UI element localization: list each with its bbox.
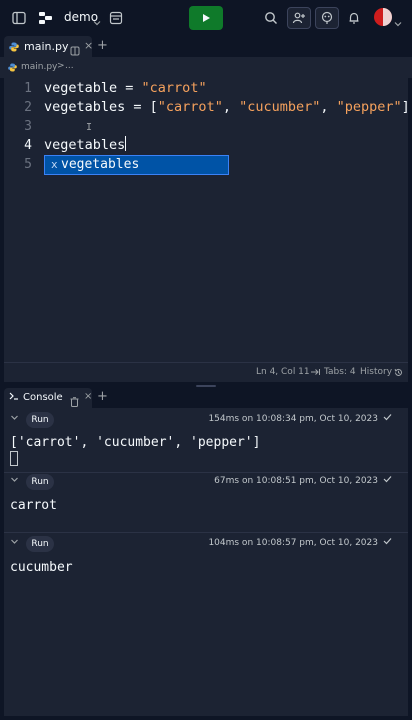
line-number: 1 — [24, 81, 32, 96]
run-badge[interactable]: Run — [26, 474, 54, 490]
history-button[interactable]: History — [360, 367, 392, 377]
python-icon — [8, 63, 17, 72]
close-tab-button[interactable]: × — [84, 39, 93, 52]
run-button[interactable] — [189, 6, 223, 30]
run-timing: 67ms on 10:08:51 pm, Oct 10, 2023 — [214, 476, 378, 486]
python-icon — [9, 42, 19, 52]
bell-icon[interactable] — [344, 8, 364, 28]
top-bar: demo — [0, 0, 412, 36]
add-user-icon — [292, 12, 305, 24]
code-identifier: vegetable = — [44, 80, 142, 96]
text-cursor — [125, 136, 127, 151]
code-punct: , — [320, 99, 337, 115]
chevron-down-icon[interactable] — [10, 413, 19, 425]
run-header: Run 67ms on 10:08:51 pm, Oct 10, 2023 — [4, 472, 408, 492]
cursor-position[interactable]: Ln 4, Col 11 — [256, 367, 310, 377]
run-badge[interactable]: Run — [26, 412, 54, 428]
close-tab-button[interactable]: × — [84, 391, 92, 402]
code-identifier: vegetables — [44, 137, 126, 153]
breadcrumb: main.py > ... — [0, 58, 412, 78]
console-output[interactable]: Run 154ms on 10:08:34 pm, Oct 10, 2023 [… — [4, 408, 408, 716]
replit-logo-icon[interactable] — [36, 8, 56, 28]
check-icon — [383, 413, 392, 424]
run-badge[interactable]: Run — [26, 536, 54, 552]
ai-button[interactable] — [315, 7, 339, 29]
code-string: "carrot" — [141, 80, 207, 96]
code-string: "pepper" — [336, 99, 402, 115]
line-number: 3 — [24, 119, 32, 134]
chevron-down-icon[interactable] — [394, 13, 402, 32]
console-output-text: ['carrot', 'cucumber', 'pepper'] — [10, 435, 261, 450]
console-output-text: cucumber — [10, 560, 73, 575]
ibeam-cursor-icon: I — [86, 122, 93, 133]
drag-handle[interactable] — [196, 385, 216, 387]
tab-main-py[interactable]: main.py × — [4, 36, 93, 58]
console-tab-bar: Console × + — [0, 388, 412, 408]
autocomplete-text: vegetables — [61, 157, 140, 172]
code-string: "carrot" — [157, 99, 223, 115]
code-line-1: vegetable = "carrot" — [44, 79, 207, 98]
code-string: "cucumber" — [239, 99, 321, 115]
chevron-down-icon[interactable] — [93, 12, 101, 31]
tabs-setting[interactable]: Tabs: 4 — [324, 367, 356, 377]
code-identifier: vegetables = [ — [44, 99, 158, 115]
add-tab-button[interactable]: + — [97, 389, 108, 404]
editor-tab-bar: main.py × + — [0, 36, 412, 58]
editor-status-bar: Ln 4, Col 11 Tabs: 4 History — [4, 362, 408, 382]
sidebar-toggle-icon[interactable] — [9, 8, 29, 28]
run-header: Run 104ms on 10:08:57 pm, Oct 10, 2023 — [4, 534, 408, 554]
divider — [4, 532, 408, 533]
indent-icon — [310, 368, 320, 379]
code-line-4: vegetables — [44, 136, 127, 155]
terminal-icon — [9, 391, 19, 404]
console-output-text: carrot — [10, 498, 57, 513]
play-icon — [203, 14, 210, 22]
avatar[interactable] — [374, 8, 392, 26]
breadcrumb-more[interactable]: ... — [65, 61, 74, 71]
invite-button[interactable] — [287, 7, 311, 29]
autocomplete-suggestion[interactable]: x vegetables — [44, 155, 229, 175]
line-number: 5 — [24, 157, 32, 172]
run-timing: 104ms on 10:08:57 pm, Oct 10, 2023 — [208, 538, 378, 548]
tab-label: main.py — [24, 40, 69, 53]
code-punct: , — [222, 99, 240, 115]
line-number-active: 4 — [24, 138, 32, 153]
breadcrumb-file[interactable]: main.py — [21, 62, 57, 72]
chevron-down-icon[interactable] — [10, 537, 19, 549]
ai-icon — [321, 11, 333, 24]
history-icon[interactable] — [394, 368, 403, 380]
breadcrumb-separator: > — [57, 61, 65, 71]
run-timing: 154ms on 10:08:34 pm, Oct 10, 2023 — [208, 414, 378, 424]
code-line-2: vegetables = ["carrot", "cucumber", "pep… — [44, 98, 410, 117]
tab-console[interactable]: Console × — [4, 388, 92, 408]
code-punct: ] — [401, 99, 410, 115]
chevron-down-icon[interactable] — [10, 475, 19, 487]
run-header: Run 154ms on 10:08:34 pm, Oct 10, 2023 — [4, 410, 408, 430]
variable-kind-icon: x — [51, 158, 58, 171]
webview-icon[interactable] — [106, 8, 126, 28]
check-icon — [383, 537, 392, 548]
add-tab-button[interactable]: + — [97, 38, 108, 53]
code-editor[interactable]: 1 2 3 4 5 vegetable = "carrot" vegetable… — [4, 78, 410, 362]
tab-label: Console — [23, 392, 63, 403]
check-icon — [383, 475, 392, 486]
line-number: 2 — [24, 100, 32, 115]
terminal-cursor — [10, 451, 18, 466]
search-icon[interactable] — [261, 8, 281, 28]
